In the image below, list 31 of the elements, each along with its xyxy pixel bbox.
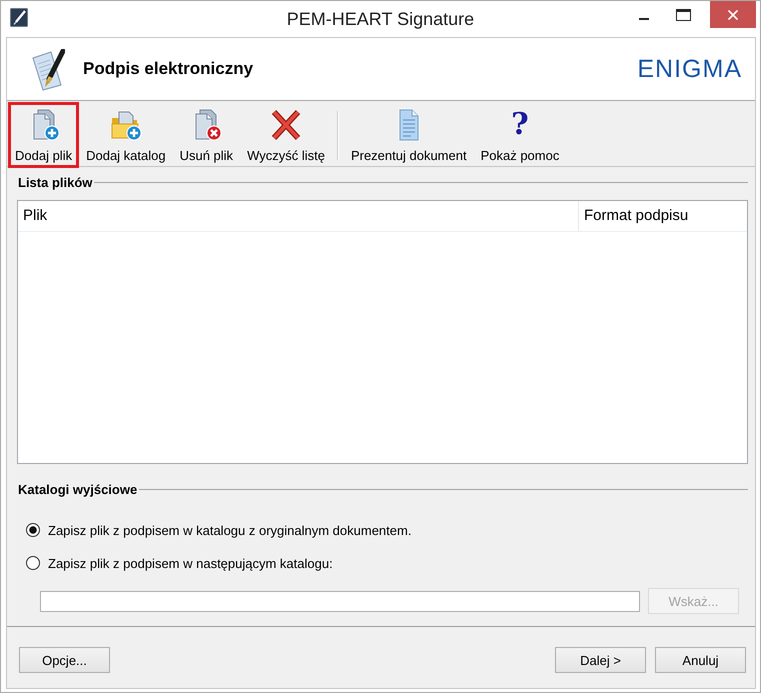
radio-label[interactable]: Zapisz plik z podpisem w następującym katalogu: bbox=[48, 556, 333, 570]
close-button[interactable] bbox=[710, 1, 756, 28]
app-icon bbox=[10, 8, 28, 27]
cross-icon bbox=[270, 109, 302, 141]
toolbar-button[interactable]: Dodaj katalog bbox=[79, 102, 173, 168]
window-title: PEM-HEART Signature bbox=[286, 8, 474, 31]
minimize-icon bbox=[638, 18, 648, 20]
toolbar-button[interactable]: Usuń plik bbox=[172, 102, 240, 168]
close-icon bbox=[728, 10, 738, 20]
footer-button[interactable]: Opcje... bbox=[19, 647, 110, 673]
section-title: Lista plików bbox=[18, 175, 92, 190]
folder-plus-icon bbox=[110, 109, 142, 141]
radio-button[interactable] bbox=[26, 523, 40, 537]
radio-button[interactable] bbox=[26, 556, 40, 570]
column-header[interactable]: Plik bbox=[18, 201, 578, 231]
file-table[interactable]: Plik Format podpisu bbox=[17, 200, 748, 464]
maximize-icon bbox=[676, 8, 691, 20]
footer-button[interactable]: Anuluj bbox=[655, 647, 746, 673]
column-header[interactable]: Format podpisu bbox=[578, 201, 747, 231]
footer-button[interactable]: Dalej > bbox=[555, 647, 646, 673]
logo: ENIGMA bbox=[637, 55, 742, 83]
path-input[interactable] bbox=[40, 590, 640, 612]
document-pen-icon bbox=[31, 49, 65, 91]
question-mark-icon: ? bbox=[511, 109, 529, 141]
toolbar-button[interactable]: Dodaj plik bbox=[8, 102, 80, 168]
toolbar-button[interactable]: Wyczyść listę bbox=[240, 102, 332, 168]
radio-label[interactable]: Zapisz plik z podpisem w katalogu z oryginalnym dokumentem. bbox=[48, 522, 412, 538]
header-title: Podpis elektroniczny bbox=[83, 59, 254, 79]
section-title: Katalogi wyjściowe bbox=[18, 482, 138, 497]
toolbar-button[interactable]: Prezentuj dokument bbox=[344, 102, 474, 168]
toolbar-button[interactable]: ? Pokaż pomoc bbox=[474, 102, 566, 168]
